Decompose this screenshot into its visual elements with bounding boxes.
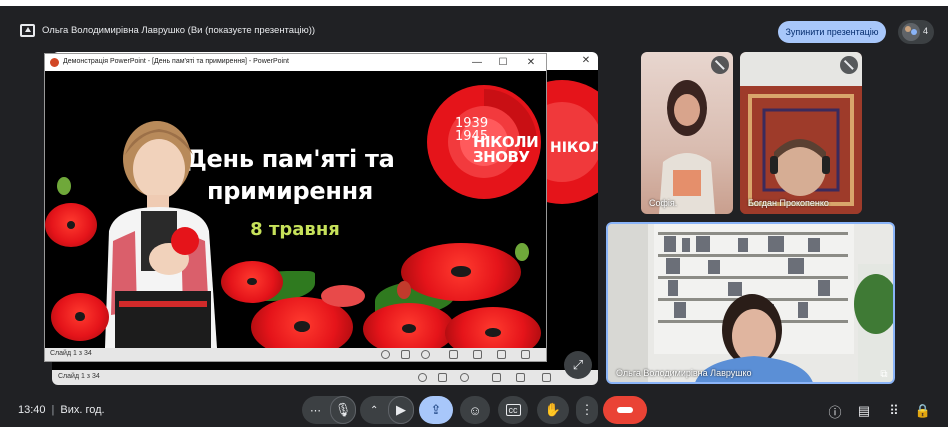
crop-frame-icon[interactable]: ⧉ [876, 366, 892, 382]
back-emblem-text: НІКОЛИ [550, 140, 598, 156]
current-time: 13:40 [18, 404, 46, 416]
meeting-clock: 13:40 | Вих. год. [18, 404, 105, 416]
participant-tile-sofia[interactable]: Софія. [641, 52, 733, 214]
next-icon [460, 373, 469, 382]
poppy-bud [397, 281, 411, 299]
participant-tile-self[interactable]: ⧉ Ольга Володимирівна Лаврушко [606, 222, 895, 384]
poppy-flower [45, 203, 97, 247]
mic-off-icon [711, 56, 729, 74]
participant-video [659, 80, 715, 214]
next-slide-icon[interactable] [421, 350, 430, 359]
powerpoint-statusbar: Слайд 1 з 34 [45, 348, 546, 361]
slide-canvas: 1939 1945 НІКОЛИ ЗНОВУ День пам'яті та при… [45, 71, 546, 348]
fullscreen-icon[interactable]: ⤢ [564, 351, 592, 379]
slideshow-icon[interactable] [521, 350, 530, 359]
participant-video [740, 52, 862, 214]
participant-name: Богдан Прокопенко [748, 198, 829, 208]
lock-person-icon[interactable]: 🔒 [914, 402, 932, 420]
camera-icon[interactable]: ▶ [388, 396, 414, 424]
powerpoint-logo-icon [50, 58, 59, 67]
video-settings-icon[interactable]: ⌃ [370, 405, 378, 416]
poppy-flower [401, 243, 521, 301]
apps-icon[interactable]: ⠿ [885, 402, 903, 420]
end-call-icon [617, 407, 633, 413]
normal-view-icon [492, 373, 501, 382]
captions-icon: cc [505, 404, 521, 416]
poppy-bud [57, 177, 71, 195]
previous-slide-icon[interactable] [381, 350, 390, 359]
more-options-button[interactable]: ⋮ [576, 396, 598, 424]
present-now-button[interactable]: ⇪ [419, 396, 453, 424]
powerpoint-window: Демонстрація PowerPoint - [День пам'яті … [44, 53, 547, 362]
notes-icon[interactable] [401, 350, 410, 359]
close-window-icon[interactable]: ✕ [525, 57, 537, 69]
participant-name: Ольга Володимирівна Лаврушко [616, 368, 752, 378]
poppy-bud [515, 243, 529, 261]
powerpoint-window-title: Демонстрація PowerPoint - [День пам'яті … [63, 58, 289, 65]
info-icon[interactable]: ⓘ [826, 402, 844, 420]
raise-hand-button[interactable]: ✋ [537, 396, 569, 424]
top-border [0, 0, 948, 6]
chat-icon[interactable]: ▤ [855, 402, 873, 420]
participant-name: Софія. [649, 198, 678, 208]
poppy-bud-open [321, 285, 365, 307]
video-controls: ⌃ ▶ [360, 396, 414, 424]
back-slide-counter: Слайд 1 з 34 [58, 373, 100, 380]
slide-counter: Слайд 1 з 34 [50, 350, 92, 357]
presenter-title: Ольга Володимирівна Лаврушко (Ви (показу… [42, 25, 316, 36]
audio-controls: ⋯ 🎙 [302, 396, 356, 424]
present-screen-icon: ⇪ [430, 402, 442, 417]
minimize-icon[interactable]: — [471, 57, 483, 69]
poppy-flower [221, 261, 283, 303]
sorter-view-icon [516, 373, 525, 382]
emoji-icon: ☺ [468, 402, 482, 418]
present-screen-icon [20, 24, 35, 37]
participant-tile-bohdan[interactable]: Богдан Прокопенко [740, 52, 862, 214]
poppy-flower [445, 307, 541, 348]
stop-presenting-button[interactable]: Зупинити презентацію [778, 21, 886, 43]
mic-icon[interactable]: 🎙 [330, 396, 356, 424]
emblem-slogan: НІКОЛИ ЗНОВУ [473, 133, 539, 166]
emoji-button[interactable]: ☺ [460, 396, 490, 424]
hand-icon: ✋ [544, 402, 562, 417]
audio-settings-icon[interactable]: ⋯ [310, 404, 321, 417]
captions-button[interactable]: cc [498, 396, 528, 424]
normal-view-icon[interactable] [449, 350, 458, 359]
more-vert-icon: ⋮ [580, 402, 594, 417]
poppy-flower [51, 293, 109, 341]
reading-view-icon [542, 373, 551, 382]
reading-view-icon[interactable] [497, 350, 506, 359]
back-window-statusbar: Слайд 1 з 34 [52, 370, 598, 385]
notes-icon [438, 373, 447, 382]
participants-avatars-icon [902, 23, 920, 41]
participants-button[interactable]: 4 [898, 20, 934, 44]
participants-count: 4 [923, 26, 929, 36]
prev-icon [418, 373, 427, 382]
mic-off-icon [840, 56, 858, 74]
leave-call-button[interactable] [603, 396, 647, 424]
participant-video [608, 224, 893, 382]
slide-date: 8 травня [250, 219, 340, 240]
poppy-flower [363, 303, 455, 348]
close-icon: ✕ [581, 55, 591, 66]
presentation-header: Ольга Володимирівна Лаврушко (Ви (показу… [14, 20, 934, 44]
powerpoint-titlebar: Демонстрація PowerPoint - [День пам'яті … [45, 54, 546, 71]
meeting-name: Вих. год. [60, 404, 105, 416]
maximize-icon[interactable]: ☐ [497, 57, 509, 69]
slide-sorter-icon[interactable] [473, 350, 482, 359]
